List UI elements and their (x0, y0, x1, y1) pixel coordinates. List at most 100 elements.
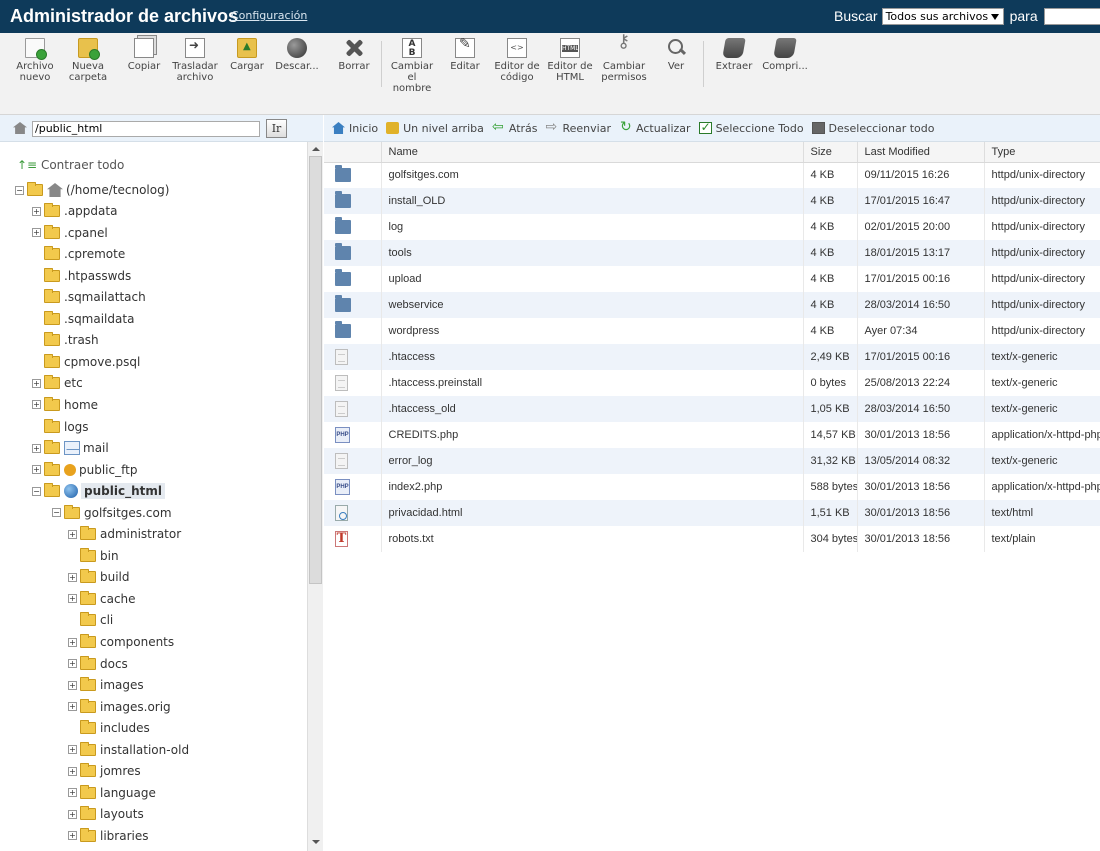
deselect-all-link[interactable]: Deseleccionar todo (811, 122, 934, 135)
forward-link[interactable]: Reenviar (546, 119, 612, 135)
expand-toggle-icon[interactable]: + (32, 465, 41, 475)
expand-toggle-icon[interactable]: + (32, 443, 41, 453)
expand-toggle-icon[interactable]: + (68, 745, 77, 755)
table-row[interactable]: webservice 4 KB 28/03/2014 16:50 httpd/unix… (324, 292, 1100, 318)
code-editor-button[interactable]: <> Editor de código (490, 38, 544, 83)
expand-toggle-icon[interactable]: + (68, 702, 77, 712)
expand-toggle-icon[interactable]: + (68, 659, 77, 669)
table-row[interactable]: error_log 31,32 KB 13/05/2014 08:32 text/x-… (324, 448, 1100, 474)
table-row[interactable]: .htaccess_old 1,05 KB 28/03/2014 16:50 text… (324, 396, 1100, 422)
tree-item[interactable]: + images.orig (68, 697, 171, 717)
html-editor-button[interactable]: Editor de HTML (544, 38, 596, 83)
collapse-toggle-icon[interactable]: − (15, 185, 24, 195)
expand-toggle-icon[interactable]: + (68, 766, 77, 776)
column-header-modified[interactable]: Last Modified (856, 142, 984, 163)
view-button[interactable]: Ver (656, 38, 696, 72)
scroll-up-icon[interactable] (308, 142, 323, 156)
table-row[interactable]: .htaccess.preinstall 0 bytes 25/08/2013 22… (324, 370, 1100, 396)
table-row[interactable]: PHP index2.php 588 bytes 30/01/2013 18:56 ap… (324, 474, 1100, 500)
tree-item[interactable]: + installation-old (68, 740, 189, 760)
expand-toggle-icon[interactable]: + (32, 378, 41, 388)
search-scope-select[interactable]: Todos sus archivos (881, 7, 1004, 25)
table-row[interactable]: Trobots.txt 304 bytes 30/01/2013 18:56 text… (324, 526, 1100, 552)
config-link[interactable]: Configuración (231, 9, 307, 22)
tree-item[interactable]: + docs (68, 654, 128, 674)
tree-item[interactable]: + cache (68, 589, 136, 609)
refresh-link[interactable]: Actualizar (619, 119, 691, 135)
tree-item[interactable]: + layouts (68, 804, 144, 824)
edit-button[interactable]: Editar (444, 38, 486, 72)
table-row[interactable]: tools 4 KB 18/01/2015 13:17 httpd/unix-dire… (324, 240, 1100, 266)
scroll-thumb[interactable] (309, 156, 322, 584)
expand-toggle-icon[interactable]: + (68, 594, 77, 604)
expand-toggle-icon[interactable]: + (68, 831, 77, 841)
table-row[interactable]: install_OLD 4 KB 17/01/2015 16:47 httpd/uni… (324, 188, 1100, 214)
tree-item[interactable]: + public_ftp (32, 460, 137, 480)
expand-toggle-icon[interactable]: + (68, 809, 77, 819)
tree-item[interactable]: includes (68, 718, 150, 738)
expand-toggle-icon[interactable]: + (32, 206, 41, 216)
search-input[interactable] (1043, 7, 1100, 25)
tree-item[interactable]: .trash (32, 330, 99, 350)
table-row[interactable]: wordpress 4 KB Ayer 07:34 httpd/unix-direct… (324, 318, 1100, 344)
tree-item[interactable]: .sqmailattach (32, 287, 146, 307)
collapse-toggle-icon[interactable]: − (52, 508, 61, 518)
tree-item[interactable]: logs (32, 417, 89, 437)
tree-item[interactable]: + mail (32, 438, 109, 458)
column-header-name[interactable]: Name (380, 142, 803, 163)
compress-button[interactable]: Compri... (760, 38, 810, 72)
tree-item[interactable]: .sqmaildata (32, 309, 134, 329)
home-link[interactable]: Inicio (332, 122, 378, 135)
upload-button[interactable]: Cargar (226, 38, 268, 72)
tree-item[interactable]: − golfsitges.com (52, 503, 172, 523)
download-button[interactable]: Descar... (272, 38, 322, 72)
tree-item[interactable]: + libraries (68, 826, 148, 846)
delete-button[interactable]: Borrar (332, 38, 376, 72)
tree-item[interactable]: .htpasswds (32, 266, 131, 286)
table-row[interactable]: privacidad.html 1,51 KB 30/01/2013 18:56 te… (324, 500, 1100, 526)
tree-scrollbar[interactable] (307, 142, 323, 851)
tree-item[interactable]: + administrator (68, 524, 181, 544)
expand-toggle-icon[interactable]: + (32, 400, 41, 410)
expand-toggle-icon[interactable]: + (68, 680, 77, 690)
table-row[interactable]: golfsitges.com 4 KB 09/11/2015 16:26 httpd/… (324, 162, 1100, 188)
tree-item[interactable]: cli (68, 610, 113, 630)
expand-toggle-icon[interactable]: + (32, 228, 41, 238)
table-row[interactable]: log 4 KB 02/01/2015 20:00 httpd/unix-direct… (324, 214, 1100, 240)
column-header-size[interactable]: Size (802, 142, 857, 163)
tree-item[interactable]: + etc (32, 373, 83, 393)
move-file-button[interactable]: Trasladar archivo (168, 38, 222, 83)
collapse-toggle-icon[interactable]: − (32, 486, 41, 496)
go-button[interactable]: Ir (266, 119, 287, 138)
expand-toggle-icon[interactable]: + (68, 637, 77, 647)
collapse-all-link[interactable]: ↑≡ Contraer todo (17, 158, 124, 172)
tree-item[interactable]: + .cpanel (32, 223, 108, 243)
scroll-down-icon[interactable] (308, 835, 323, 849)
tree-item[interactable]: + home (32, 395, 98, 415)
tree-item[interactable]: + .appdata (32, 201, 117, 221)
copy-button[interactable]: Copiar (122, 38, 166, 72)
back-link[interactable]: Atrás (492, 119, 538, 135)
up-one-level-link[interactable]: Un nivel arriba (386, 122, 484, 135)
tree-item[interactable]: + images (68, 675, 144, 695)
tree-item[interactable]: cpmove.psql (32, 352, 140, 372)
expand-toggle-icon[interactable]: + (68, 529, 77, 539)
table-row[interactable]: .htaccess 2,49 KB 17/01/2015 00:16 text/x-g… (324, 344, 1100, 370)
rename-button[interactable]: AB Cambiar el nombre (386, 38, 438, 94)
tree-item[interactable]: bin (68, 546, 119, 566)
tree-item[interactable]: + language (68, 783, 156, 803)
table-row[interactable]: PHP CREDITS.php 14,57 KB 30/01/2013 18:56 ap… (324, 422, 1100, 448)
column-header-type[interactable]: Type (983, 142, 1100, 163)
tree-item[interactable]: + components (68, 632, 174, 652)
path-input[interactable]: /public_html (32, 121, 260, 137)
new-file-button[interactable]: Archivo nuevo (15, 38, 55, 83)
table-row[interactable]: upload 4 KB 17/01/2015 00:16 httpd/unix-dir… (324, 266, 1100, 292)
tree-item[interactable]: − public_html (32, 481, 165, 501)
tree-item[interactable]: + jomres (68, 761, 141, 781)
extract-button[interactable]: Extraer (710, 38, 758, 72)
new-folder-button[interactable]: Nueva carpeta (66, 38, 110, 83)
change-permissions-button[interactable]: Cambiar permisos (596, 36, 652, 83)
expand-toggle-icon[interactable]: + (68, 788, 77, 798)
tree-root[interactable]: − (/home/tecnolog) (15, 180, 169, 200)
tree-item[interactable]: + build (68, 567, 130, 587)
